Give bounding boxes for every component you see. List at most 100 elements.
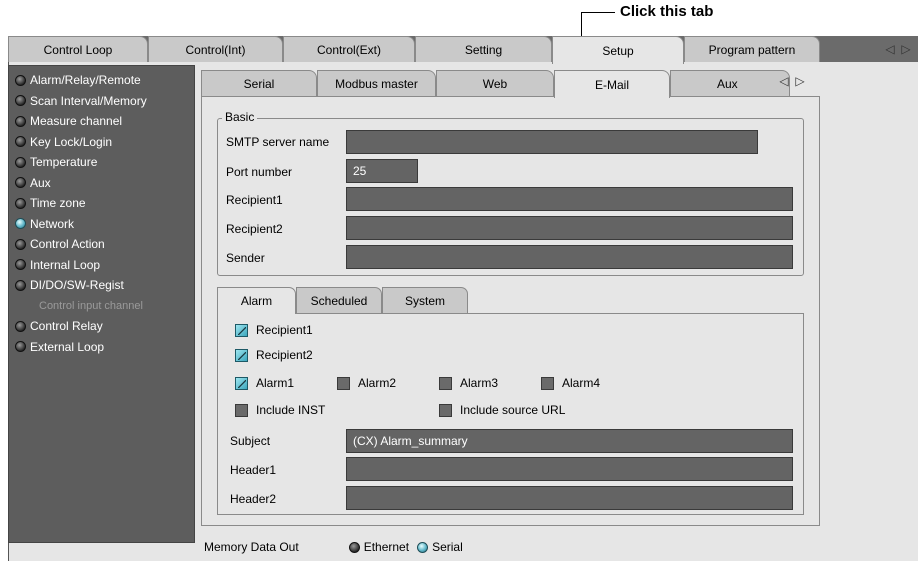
smtp-server-field[interactable] [346,130,758,154]
sidebar-item-external-loop[interactable]: External Loop [9,337,194,358]
tab-control-int[interactable]: Control(Int) [148,36,283,62]
port-label: Port number [226,165,293,179]
sidebar-item-control-action[interactable]: Control Action [9,234,194,255]
sidebar-item-control-input-channel: Control input channel [9,296,194,317]
checkbox-checked-icon [235,323,248,337]
scroll-left-icon[interactable]: ◁ [778,73,790,88]
tab-control-loop[interactable]: Control Loop [8,36,148,62]
tab-alarm[interactable]: Alarm [217,287,296,314]
sidebar-item-network[interactable]: Network [9,214,194,235]
header1-field[interactable] [346,457,793,481]
scroll-left-icon[interactable]: ◁ [884,41,896,56]
checkbox-unchecked-icon [337,376,350,390]
tab-setup[interactable]: Setup [552,36,684,64]
sidebar-item-temperature[interactable]: Temperature [9,152,194,173]
tab-label: Control(Ext) [316,42,381,57]
scroll-right-icon[interactable]: ▷ [794,73,806,88]
memory-data-out: Memory Data Out Ethernet Serial [204,540,463,554]
subject-field[interactable]: (CX) Alarm_summary [346,429,793,453]
checkbox-label: Include source URL [460,403,566,417]
main-tab-nav: ◁ ▷ [884,41,912,56]
port-number-field[interactable]: 25 [346,159,418,183]
tab-email[interactable]: E-Mail [554,70,670,98]
tab-label: System [404,293,445,308]
sidebar: Alarm/Relay/Remote Scan Interval/Memory … [8,65,195,543]
checkbox-unchecked-icon [541,376,554,390]
scroll-right-icon[interactable]: ▷ [900,41,912,56]
callout-label: Click this tab [620,3,714,20]
checkbox-checked-icon [235,348,248,362]
serial-radio[interactable]: Serial [417,540,463,554]
alarm1-checkbox[interactable]: Alarm1 [235,376,294,390]
led-indicator-icon [15,218,26,230]
led-indicator-icon [15,341,26,353]
tab-label: Modbus master [335,76,418,91]
alarm4-checkbox[interactable]: Alarm4 [541,376,600,390]
sidebar-item-label: Internal Loop [30,257,101,272]
sidebar-item-measure-channel[interactable]: Measure channel [9,111,194,132]
tab-web[interactable]: Web [436,70,554,96]
smtp-label: SMTP server name [226,135,330,149]
header2-field[interactable] [346,486,793,510]
sender-label: Sender [226,251,265,265]
radio-selected-icon [417,541,429,553]
tab-serial[interactable]: Serial [201,70,317,96]
ethernet-radio[interactable]: Ethernet [348,540,409,554]
checkbox-unchecked-icon [439,376,452,390]
led-indicator-icon [15,115,26,127]
sidebar-item-aux[interactable]: Aux [9,173,194,194]
sidebar-item-label: DI/DO/SW-Regist [30,278,124,293]
callout-pointer [581,12,582,38]
sender-field[interactable] [346,245,793,269]
tab-system[interactable]: System [382,287,468,313]
header2-label: Header2 [230,492,277,506]
tab-label: Setting [464,42,503,57]
sidebar-item-label: Time zone [30,196,86,211]
radio-label: Serial [432,540,463,554]
tab-program-pattern[interactable]: Program pattern [684,36,820,62]
include-source-url-checkbox[interactable]: Include source URL [439,403,565,417]
tab-control-ext[interactable]: Control(Ext) [283,36,415,62]
checkbox-label: Recipient1 [256,323,313,337]
sidebar-item-time-zone[interactable]: Time zone [9,193,194,214]
sidebar-item-alarm-relay-remote[interactable]: Alarm/Relay/Remote [9,70,194,91]
callout-line [581,12,615,13]
sidebar-item-label: Network [30,216,75,231]
sidebar-item-key-lock[interactable]: Key Lock/Login [9,132,194,153]
recipient2-field[interactable] [346,216,793,240]
tab-scheduled[interactable]: Scheduled [296,287,382,313]
sidebar-item-control-relay[interactable]: Control Relay [9,316,194,337]
sidebar-item-label: External Loop [30,339,105,354]
led-indicator-icon [15,279,26,291]
sidebar-item-label: Temperature [30,155,98,170]
main-tab-strip: Control Loop Control(Int) Control(Ext) S… [8,36,918,64]
recipient1-field[interactable] [346,187,793,211]
basic-group-title: Basic [222,110,258,124]
tab-label: Alarm [240,294,273,308]
tab-setting[interactable]: Setting [415,36,552,62]
tab-aux[interactable]: Aux [670,70,790,96]
sidebar-item-label: Key Lock/Login [30,134,113,149]
tab-label: Setup [602,43,634,58]
led-indicator-icon [15,320,26,332]
alarm2-checkbox[interactable]: Alarm2 [337,376,396,390]
alarm-recipient1-checkbox[interactable]: Recipient1 [235,323,313,337]
checkbox-label: Recipient2 [256,348,313,362]
led-indicator-icon [15,74,26,86]
memory-data-out-label: Memory Data Out [204,540,299,554]
header1-label: Header1 [230,463,277,477]
include-inst-checkbox[interactable]: Include INST [235,403,325,417]
checkbox-unchecked-icon [235,403,248,417]
alarm-recipient2-checkbox[interactable]: Recipient2 [235,348,313,362]
sidebar-item-scan-interval[interactable]: Scan Interval/Memory [9,91,194,112]
tab-modbus-master[interactable]: Modbus master [317,70,436,96]
tab-label: Aux [717,76,738,91]
led-indicator-icon [15,197,26,209]
alarm3-checkbox[interactable]: Alarm3 [439,376,498,390]
tab-label: Serial [243,76,275,91]
tab-label: Scheduled [310,293,368,308]
sidebar-item-di-do-sw-regist[interactable]: DI/DO/SW-Regist [9,275,194,296]
sidebar-item-label: Control input channel [39,299,143,312]
sidebar-item-internal-loop[interactable]: Internal Loop [9,255,194,276]
checkbox-checked-icon [235,376,248,390]
